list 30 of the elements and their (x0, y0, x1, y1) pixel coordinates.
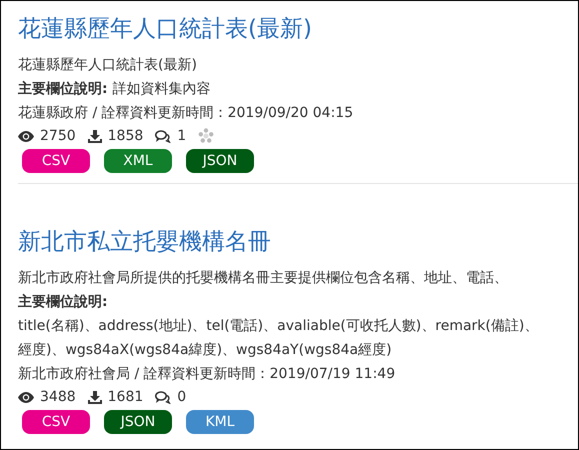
comment-icon (155, 130, 172, 142)
view-count: 2750 (40, 128, 76, 144)
download-icon (88, 390, 102, 404)
comment-icon (155, 390, 172, 404)
publisher-update-text: 新北市政府社會局 / 詮釋資料更新時間：2019/07/19 11:49 (18, 365, 396, 384)
eye-icon (18, 130, 34, 142)
comment-count: 1 (177, 128, 186, 144)
download-count: 1858 (108, 128, 144, 144)
eye-icon (18, 392, 34, 402)
view-count: 3488 (40, 389, 76, 405)
spinner-icon (198, 128, 214, 144)
dataset-title-link[interactable]: 花蓮縣歷年人口統計表(最新) (18, 13, 578, 45)
fields-label: 主要欄位說明: (18, 294, 108, 310)
dataset-title-link[interactable]: 新北市私立托嬰機構名冊 (18, 226, 578, 258)
format-badge[interactable]: JSON (186, 149, 254, 173)
format-badge[interactable]: CSV (22, 410, 90, 434)
format-badge[interactable]: CSV (22, 149, 90, 173)
format-badge[interactable]: XML (104, 149, 172, 173)
fields-label: 主要欄位說明: (18, 81, 108, 97)
description-text: 花蓮縣歷年人口統計表(最新) (18, 56, 198, 75)
fields-text: title(名稱)、address(地址)、tel(電話)、avaliable(可收托人數)、remark(備註)、 (18, 317, 540, 336)
format-badge[interactable]: JSON (104, 410, 172, 434)
publisher-update-text: 花蓮縣政府 / 詮釋資料更新時間：2019/09/20 04:15 (18, 104, 354, 123)
fields-text: 詳如資料集內容 (112, 81, 211, 97)
format-badge[interactable]: KML (186, 410, 254, 434)
download-count: 1681 (108, 389, 144, 405)
download-icon (88, 130, 102, 142)
fields-text: 經度)、wgs84aX(wgs84a緯度)、wgs84aY(wgs84a經度) (18, 341, 393, 360)
comment-count: 0 (177, 389, 186, 405)
description-text: 新北市政府社會局所提供的托嬰機構名冊主要提供欄位包含名稱、地址、電話、 (18, 269, 509, 288)
